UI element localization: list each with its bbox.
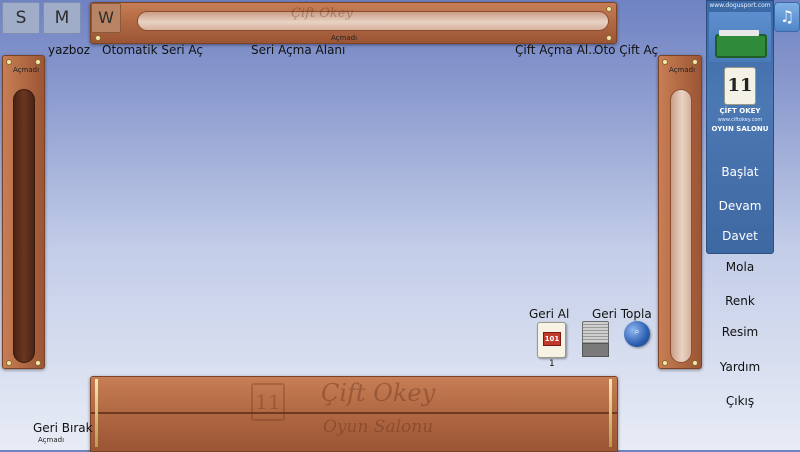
menu-picture[interactable]: Resim xyxy=(700,325,780,339)
menu-start[interactable]: Başlat xyxy=(700,165,780,179)
side-menu-panel: www.dogusport.com 11 ÇİFT OKEY www.cifto… xyxy=(706,0,774,254)
rivet xyxy=(606,6,612,12)
rivet xyxy=(6,59,12,65)
left-rack: Açmadı xyxy=(2,55,45,369)
rack-watermark-title: Çift Okey xyxy=(321,379,436,407)
top-rack-groove xyxy=(137,11,609,31)
rivet xyxy=(606,35,612,41)
rack-left-edge xyxy=(95,379,98,447)
promo-url: www.ciftokey.com xyxy=(717,117,763,123)
auto-pair-button[interactable]: Oto Çift Aç xyxy=(594,43,658,57)
menu-continue[interactable]: Devam xyxy=(700,199,780,213)
tile-stack-button[interactable] xyxy=(582,321,609,357)
rivet xyxy=(95,35,101,41)
rivet xyxy=(35,59,41,65)
rack-logo-watermark: 11 xyxy=(251,383,285,421)
player-status: Açmadı xyxy=(38,436,65,444)
top-rack: W Çift Okey Açmadı xyxy=(90,2,617,44)
rivet xyxy=(6,360,12,366)
game-table-icon xyxy=(715,34,767,58)
undo-label: Geri Al xyxy=(529,307,570,321)
rack-divider xyxy=(91,412,617,414)
player-rack: 11 Çift Okey Oyun Salonu xyxy=(90,376,618,452)
rivet xyxy=(692,59,698,65)
promo-site: www.dogusport.com xyxy=(709,2,771,9)
rivet xyxy=(692,360,698,366)
menu-break[interactable]: Mola xyxy=(700,260,780,274)
menu-exit[interactable]: Çıkış xyxy=(700,394,780,408)
pair-area-label: Çift Açma Al... xyxy=(515,43,600,57)
top-rack-watermark: Çift Okey xyxy=(291,6,353,21)
left-rack-status: Açmadı xyxy=(13,66,40,74)
player-name-label: yazboz xyxy=(48,43,91,57)
discard-label: Geri Bırak xyxy=(33,421,93,435)
promo-title: ÇİFT OKEY xyxy=(719,107,761,115)
collect-label: Geri Topla xyxy=(592,307,652,321)
menu-color[interactable]: Renk xyxy=(700,294,780,308)
indicator-tile[interactable]: 101 xyxy=(537,322,566,358)
tile-value: 101 xyxy=(543,332,561,346)
w-button[interactable]: W xyxy=(91,3,121,33)
right-rack: Açmadı xyxy=(658,55,702,369)
rivet xyxy=(662,360,668,366)
series-area-label: Seri Açma Alanı xyxy=(251,43,346,57)
right-rack-groove xyxy=(670,89,692,363)
menu-invite[interactable]: Davet xyxy=(700,229,780,243)
rivet xyxy=(662,59,668,65)
top-rack-status: Açmadı xyxy=(331,34,358,42)
rack-right-edge xyxy=(609,379,612,447)
promo-table-image xyxy=(709,12,771,62)
collect-button-icon[interactable]: ⌕ xyxy=(624,321,650,347)
right-rack-status: Açmadı xyxy=(669,66,696,74)
menu-help[interactable]: Yardım xyxy=(700,360,780,374)
tile-logo-icon: 11 xyxy=(724,67,756,105)
tile-stack-base xyxy=(582,343,609,357)
tile-count: 1 xyxy=(549,359,555,369)
m-button[interactable]: M xyxy=(43,2,81,34)
music-note-icon[interactable]: ♫ xyxy=(774,2,800,32)
auto-series-button[interactable]: Otomatik Seri Aç xyxy=(102,43,203,57)
rack-watermark-subtitle: Oyun Salonu xyxy=(323,417,434,437)
table-rack-icon xyxy=(719,30,759,36)
rivet xyxy=(35,360,41,366)
s-button[interactable]: S xyxy=(2,2,40,34)
left-rack-groove xyxy=(13,89,35,363)
promo-subtitle: OYUN SALONU xyxy=(711,125,769,133)
